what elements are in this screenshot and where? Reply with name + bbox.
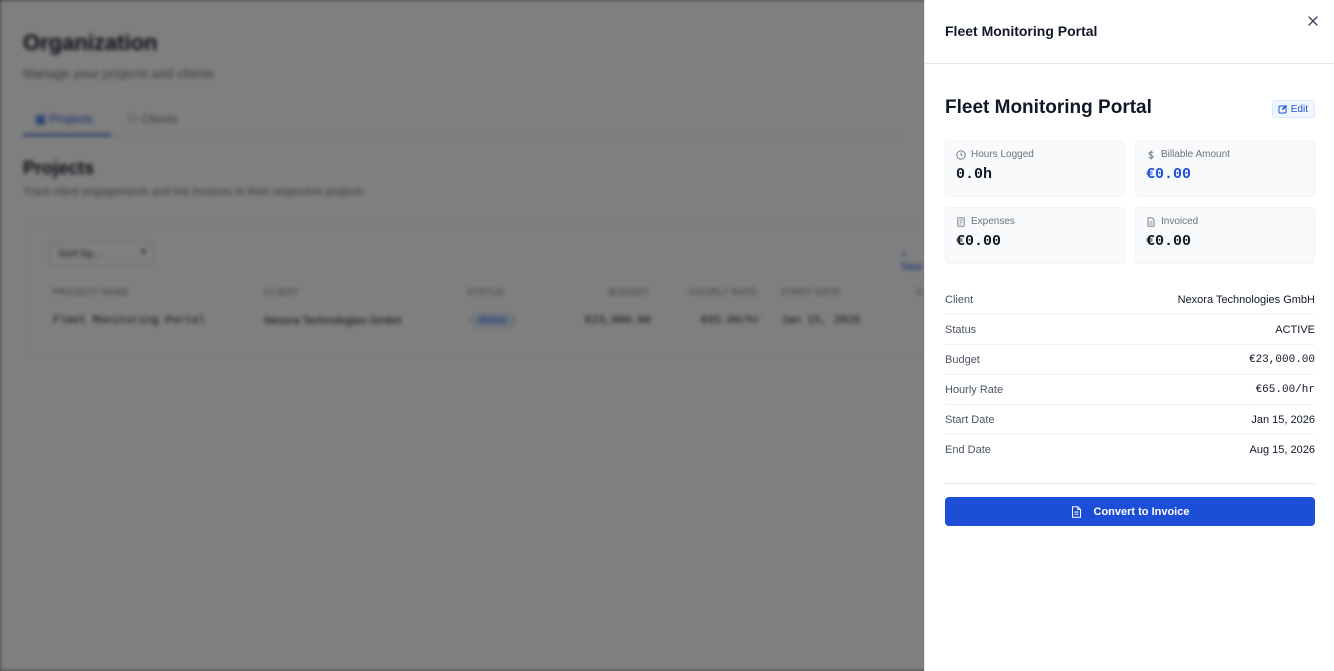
edit-label: Edit bbox=[1290, 103, 1308, 115]
edit-icon bbox=[1278, 105, 1287, 114]
stat-value: €0.00 bbox=[1146, 233, 1192, 250]
stat-hours-logged: Hours Logged 0.0h bbox=[945, 140, 1125, 197]
edit-button[interactable]: Edit bbox=[1271, 100, 1315, 118]
dollar-icon bbox=[1148, 150, 1154, 159]
detail-row-status: Status ACTIVE bbox=[945, 315, 1315, 345]
file-text-icon bbox=[1071, 505, 1081, 518]
stat-label: Hours Logged bbox=[971, 149, 1034, 160]
stat-value: 0.0h bbox=[956, 166, 993, 183]
project-drawer: Fleet Monitoring Portal Fleet Monitoring… bbox=[924, 0, 1334, 671]
project-title: Fleet Monitoring Portal bbox=[945, 97, 1152, 118]
detail-row-hourly-rate: Hourly Rate €65.00/hr bbox=[945, 375, 1315, 405]
stat-label: Invoiced bbox=[1161, 216, 1199, 227]
stat-invoiced: Invoiced €0.00 bbox=[1135, 207, 1315, 264]
detail-row-end-date: End Date Aug 15, 2026 bbox=[945, 435, 1315, 465]
stat-label: Expenses bbox=[971, 216, 1015, 227]
detail-label: Budget bbox=[945, 353, 980, 366]
detail-row-budget: Budget €23,000.00 bbox=[945, 345, 1315, 375]
convert-to-invoice-button[interactable]: Convert to Invoice bbox=[945, 497, 1315, 526]
detail-value: Jan 15, 2026 bbox=[1251, 413, 1315, 426]
detail-value: Nexora Technologies GmbH bbox=[1177, 293, 1315, 306]
stat-label: Billable Amount bbox=[1161, 149, 1230, 160]
detail-value: €65.00/hr bbox=[1255, 383, 1315, 396]
stats-grid: Hours Logged 0.0h Billable Amount €0.00 … bbox=[945, 140, 1315, 264]
document-icon bbox=[1147, 216, 1155, 227]
detail-row-start-date: Start Date Jan 15, 2026 bbox=[945, 405, 1315, 435]
detail-value: ACTIVE bbox=[1275, 323, 1315, 336]
stat-value: €0.00 bbox=[956, 233, 1002, 250]
detail-value: Aug 15, 2026 bbox=[1249, 444, 1315, 456]
stat-expenses: Expenses €0.00 bbox=[945, 207, 1125, 264]
detail-row-client: Client Nexora Technologies GmbH bbox=[945, 285, 1315, 315]
close-button[interactable] bbox=[1306, 14, 1320, 28]
drawer-title: Fleet Monitoring Portal bbox=[945, 23, 1098, 39]
detail-label: Client bbox=[945, 293, 974, 306]
receipt-icon bbox=[957, 216, 965, 227]
detail-label: Start Date bbox=[945, 413, 995, 426]
stat-value: €0.00 bbox=[1146, 166, 1192, 183]
detail-label: Status bbox=[945, 323, 977, 336]
drawer-body: Fleet Monitoring Portal Edit Hours Logge… bbox=[925, 64, 1334, 526]
detail-label: End Date bbox=[945, 444, 991, 456]
stat-billable-amount: Billable Amount €0.00 bbox=[1135, 140, 1315, 197]
detail-label: Hourly Rate bbox=[945, 383, 1004, 396]
close-icon bbox=[1308, 16, 1318, 26]
detail-value: €23,000.00 bbox=[1248, 353, 1315, 366]
divider bbox=[945, 483, 1315, 484]
project-title-row: Fleet Monitoring Portal Edit bbox=[945, 64, 1315, 140]
convert-label: Convert to Invoice bbox=[1093, 505, 1190, 518]
clock-icon bbox=[956, 149, 966, 160]
details-list: Client Nexora Technologies GmbH Status A… bbox=[945, 285, 1315, 465]
drawer-header: Fleet Monitoring Portal bbox=[925, 0, 1334, 64]
